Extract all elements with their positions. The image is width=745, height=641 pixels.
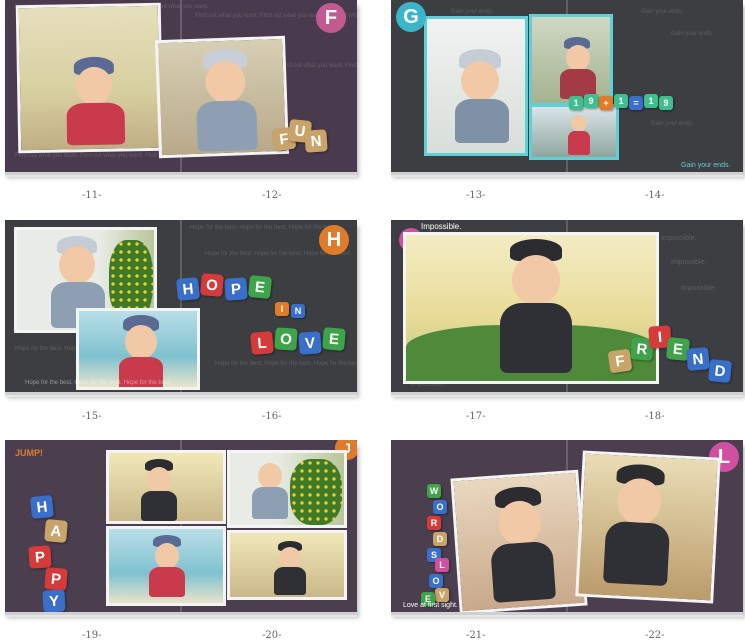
boy-figure (566, 111, 592, 157)
photo-boy-teddy[interactable] (227, 530, 347, 600)
equation-tile: = (629, 96, 643, 110)
background-text: Impossible. (661, 235, 697, 242)
boy-figure (139, 459, 179, 521)
letter-tile: P (44, 567, 68, 591)
letter-tile: E (247, 274, 273, 300)
photo-boy-sea[interactable] (76, 308, 200, 390)
letter-tile: Y (42, 589, 66, 612)
boy-figure (147, 535, 187, 603)
page-number: -12- (262, 190, 282, 201)
top-caption: Impossible. (421, 222, 462, 231)
page-number: -14- (645, 190, 665, 201)
letter-tile: D (707, 358, 733, 384)
boy-figure (272, 541, 308, 597)
letter-tile: O (429, 574, 443, 588)
page-number: -21- (466, 630, 486, 641)
page-number: -13- (466, 190, 486, 201)
letter-tile: H (29, 494, 55, 520)
letter-badge: F (316, 3, 346, 33)
letter-badge: H (319, 225, 349, 255)
page-number: -16- (262, 411, 282, 422)
letter-tile: H (175, 276, 201, 302)
equation-tile: 9 (659, 96, 673, 110)
boy-figure (482, 485, 560, 610)
page-number: -17- (466, 411, 486, 422)
letter-tile: N (304, 129, 328, 153)
spread-17-18[interactable]: Impossible. Impossible. Impossible. Impo… (391, 220, 743, 392)
spread-21-22[interactable]: L W O R D S L O V E Love at first sight. (391, 440, 743, 612)
background-text: Hope for the best. Hope for the best. Ho… (190, 225, 337, 231)
equation-tile: 1 (614, 94, 628, 108)
photo-boy-with-toy[interactable] (529, 14, 613, 106)
letter-tile: V (435, 588, 449, 602)
letter-tile: O (200, 273, 224, 297)
page-caption: Hope for the best. Hope for the best. Ho… (25, 380, 172, 386)
letter-tile: O (433, 500, 447, 514)
page-number: -15- (82, 411, 102, 422)
photo-boy-sitting-hat[interactable] (450, 469, 588, 612)
letter-tile: P (224, 277, 248, 301)
letter-tile: R (427, 516, 441, 530)
flower-bush (290, 459, 342, 525)
boy-figure (117, 315, 165, 387)
letter-tile: E (322, 327, 346, 351)
letter-badge: G (396, 2, 426, 32)
boy-figure (599, 463, 678, 595)
background-text: Hope for the best. Hope for the best. Ho… (215, 361, 357, 367)
page-number: -19- (82, 630, 102, 641)
photo-boy-flowers[interactable] (227, 450, 347, 528)
equation-tile: 1 (644, 94, 658, 108)
background-text: Impossible. (681, 285, 717, 292)
photo-boy-checked-shirt[interactable] (154, 35, 290, 159)
photo-boy-sea[interactable] (106, 526, 226, 606)
spread-15-16[interactable]: Hope for the best. Hope for the best. Ho… (5, 220, 357, 392)
background-text: Gain your ends. (641, 9, 684, 15)
photo-boy-standing[interactable] (529, 104, 619, 160)
spread-19-20[interactable]: JUMP! J H A P P Y (5, 440, 357, 612)
spread-13-14[interactable]: Gain your ends. Gain your ends. Gain you… (391, 0, 743, 172)
boy-figure (250, 457, 290, 525)
page-number: -18- (645, 411, 665, 422)
boy-figure (496, 239, 576, 381)
boy-figure (60, 56, 132, 152)
letter-tile: N (291, 304, 305, 318)
boy-figure (451, 49, 511, 149)
letter-tile: L (250, 331, 274, 355)
spread-11-12[interactable]: Find out what you want. Find out what yo… (5, 0, 357, 172)
letter-tile: L (435, 558, 449, 572)
photo-boy-sitting[interactable] (15, 2, 164, 154)
photo-boy-teddy-bear[interactable] (575, 450, 721, 604)
background-text: Gain your ends. (671, 31, 714, 37)
letter-tile: V (298, 331, 322, 355)
letter-tile: N (686, 347, 710, 371)
letter-tile: O (274, 327, 298, 351)
page-caption: Love at first sight. (403, 602, 458, 609)
page-number: -20- (262, 630, 282, 641)
letter-tile: D (433, 532, 447, 546)
background-text: Impossible. (671, 259, 707, 266)
jump-title: JUMP! (15, 448, 44, 458)
letter-tile: A (44, 519, 68, 543)
photo-boy-bicycle[interactable] (106, 450, 226, 524)
photo-boy-crawling[interactable] (424, 16, 528, 156)
equation-tile: 1 (569, 96, 583, 110)
background-text: Gain your ends. (651, 121, 694, 127)
page-caption: Gain your ends. (681, 162, 731, 169)
letter-tile: F (607, 348, 633, 374)
boy-figure (188, 48, 262, 159)
equation-tile: 9 (584, 94, 598, 108)
letter-tile: I (275, 302, 289, 316)
page-number: -22- (645, 630, 665, 641)
letter-tile: W (427, 484, 441, 498)
page-number: -11- (82, 190, 102, 201)
equation-tile: + (599, 96, 613, 110)
letter-tile: P (28, 545, 52, 569)
